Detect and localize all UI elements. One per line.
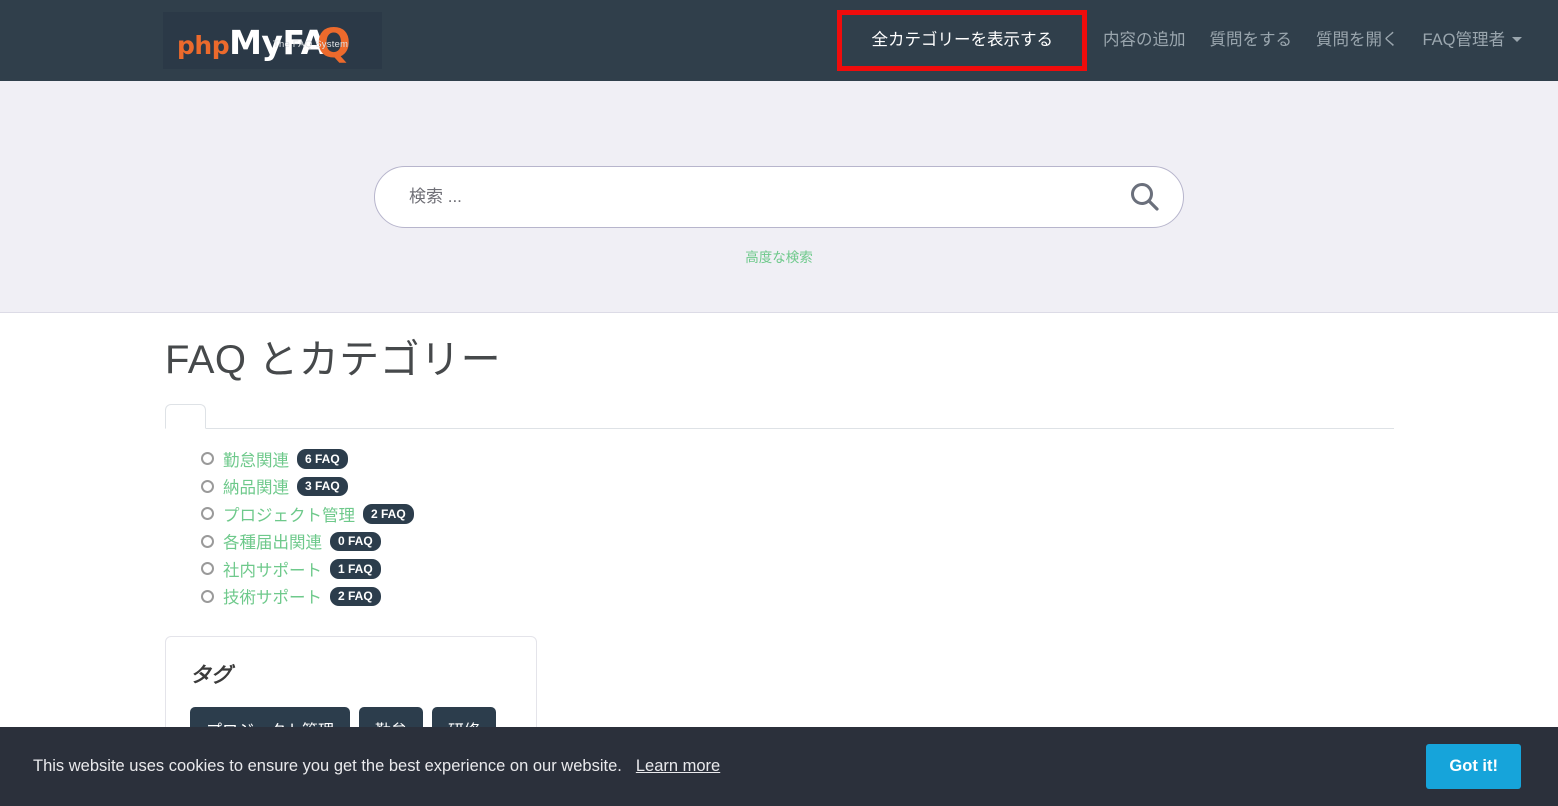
- cookie-consent-banner: This website uses cookies to ensure you …: [0, 727, 1558, 806]
- cookie-message: This website uses cookies to ensure you …: [33, 757, 622, 775]
- search-button[interactable]: [1124, 176, 1166, 218]
- category-tabs: [165, 403, 1394, 429]
- cookie-learn-more-link[interactable]: Learn more: [636, 757, 720, 776]
- category-count-badge-5: 2 FAQ: [330, 586, 381, 606]
- category-link-0[interactable]: 勤怠関連: [223, 447, 289, 471]
- list-item: 納品関連 3 FAQ: [201, 473, 1558, 501]
- circle-bullet-icon: [201, 507, 214, 521]
- list-item: 技術サポート 2 FAQ: [201, 583, 1558, 611]
- main-navigation: 全カテゴリーを表示する 内容の追加 質問をする 質問を開く FAQ管理者: [837, 0, 1534, 81]
- tags-card-title: タグ: [190, 663, 232, 687]
- category-count-badge-1: 3 FAQ: [297, 476, 348, 496]
- page-title: FAQ とカテゴリー: [165, 338, 502, 382]
- nav-item-add-content[interactable]: 内容の追加: [1091, 23, 1198, 58]
- search-container: [374, 166, 1184, 228]
- nav-item-show-all-categories[interactable]: 全カテゴリーを表示する: [859, 25, 1065, 55]
- category-count-badge-4: 1 FAQ: [330, 559, 381, 579]
- search-input[interactable]: [374, 166, 1184, 228]
- list-item: プロジェクト管理 2 FAQ: [201, 500, 1558, 528]
- category-count-badge-3: 0 FAQ: [330, 531, 381, 551]
- circle-bullet-icon: [201, 562, 214, 576]
- category-list: 勤怠関連 6 FAQ 納品関連 3 FAQ プロジェクト管理 2 FAQ 各種届…: [165, 445, 1558, 610]
- cookie-accept-button[interactable]: Got it!: [1426, 744, 1521, 789]
- category-link-5[interactable]: 技術サポート: [223, 584, 322, 608]
- nav-item-ask-question[interactable]: 質問をする: [1197, 23, 1304, 58]
- logo-wordmark: phpMyFAQ The FAQ System: [177, 21, 359, 64]
- nav-item-open-questions[interactable]: 質問を開く: [1304, 23, 1411, 58]
- category-link-1[interactable]: 納品関連: [223, 474, 289, 498]
- chevron-down-icon: [1512, 37, 1522, 43]
- circle-bullet-icon: [201, 589, 214, 603]
- category-link-3[interactable]: 各種届出関連: [223, 529, 322, 553]
- logo-tagline: The FAQ System: [273, 39, 349, 50]
- search-hero-band: 高度な検索: [0, 81, 1558, 313]
- logo-phpmyfaq[interactable]: phpMyFAQ The FAQ System: [163, 12, 382, 69]
- list-item: 各種届出関連 0 FAQ: [201, 528, 1558, 556]
- circle-bullet-icon: [201, 479, 214, 493]
- category-link-2[interactable]: プロジェクト管理: [223, 502, 355, 526]
- nav-highlight-box: 全カテゴリーを表示する: [837, 9, 1087, 72]
- category-link-4[interactable]: 社内サポート: [223, 557, 322, 581]
- category-count-badge-2: 2 FAQ: [363, 504, 414, 524]
- tab-empty[interactable]: [165, 404, 206, 429]
- circle-bullet-icon: [201, 534, 214, 548]
- nav-item-faq-admin-label: FAQ管理者: [1422, 30, 1505, 49]
- list-item: 社内サポート 1 FAQ: [201, 555, 1558, 583]
- site-header: phpMyFAQ The FAQ System 全カテゴリーを表示する 内容の追…: [0, 0, 1558, 81]
- logo-php-text: php: [177, 30, 230, 60]
- list-item: 勤怠関連 6 FAQ: [201, 445, 1558, 473]
- category-count-badge-0: 6 FAQ: [297, 449, 348, 469]
- advanced-search-link[interactable]: 高度な検索: [745, 246, 813, 266]
- nav-item-faq-admin[interactable]: FAQ管理者: [1410, 23, 1534, 58]
- main-content: FAQ とカテゴリー 勤怠関連 6 FAQ 納品関連 3 FAQ プロジェクト管…: [0, 313, 1558, 806]
- search-icon: [1131, 183, 1159, 211]
- circle-bullet-icon: [201, 452, 214, 466]
